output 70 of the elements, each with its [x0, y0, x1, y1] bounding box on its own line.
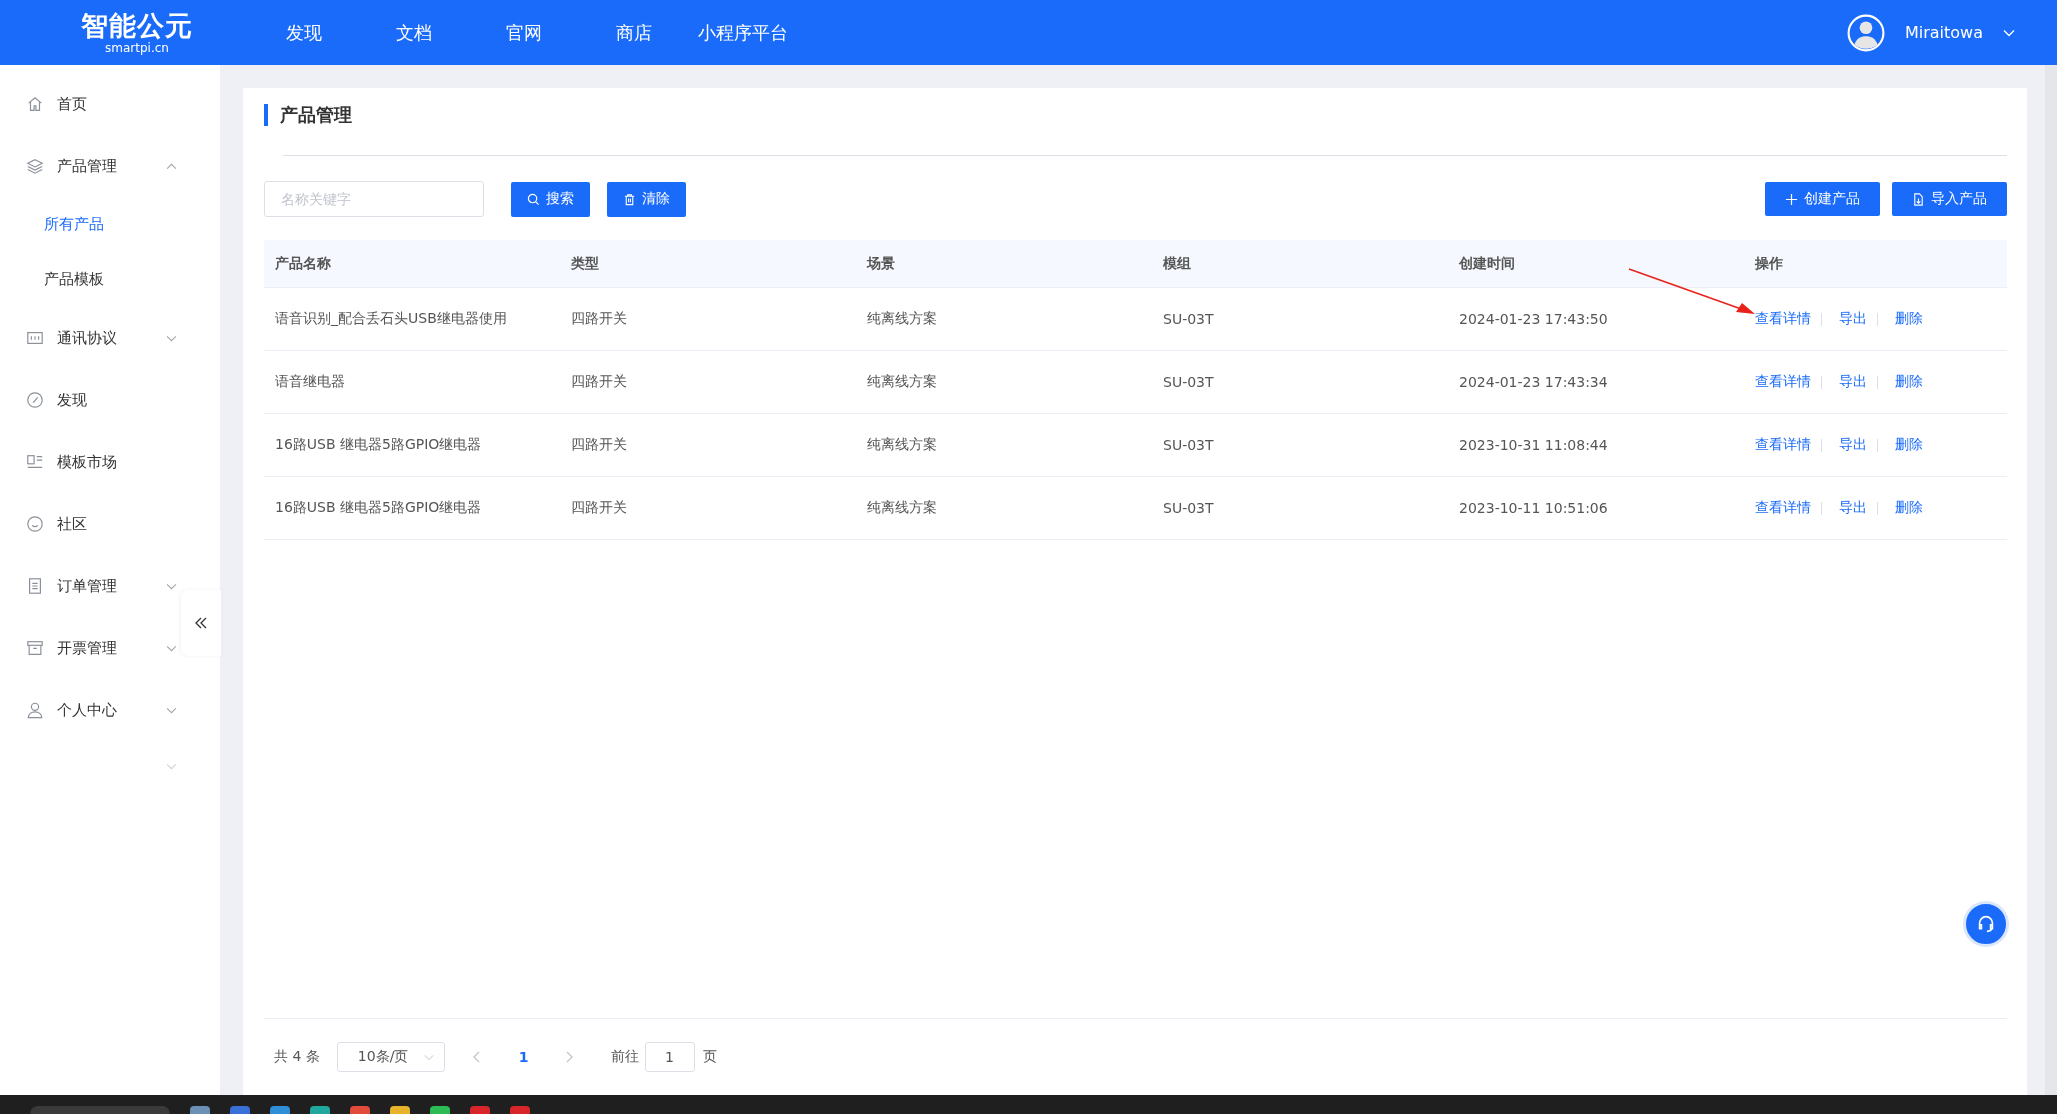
table-cell-text: SU-03T [1162, 374, 1214, 390]
sidebar-item[interactable]: 首页 [0, 73, 181, 135]
table-cell-text: 纯离线方案 [866, 373, 937, 391]
page-suffix: 页 [702, 1048, 717, 1066]
table-cell-text: 四路开关 [570, 499, 627, 517]
page-size-select[interactable]: 10条/页 [336, 1042, 445, 1072]
search-button[interactable]: 搜索 [511, 181, 590, 217]
nav-link[interactable]: 商店 [610, 20, 658, 45]
logo-domain: smartpi.cn [105, 40, 169, 55]
logo[interactable]: 智能公元 smartpi.cn [52, 10, 222, 55]
sidebar-item[interactable]: 社区 [0, 493, 181, 555]
import-button[interactable]: 导入产品 [1892, 182, 2007, 216]
column-header: 创建时间 [1458, 254, 1515, 273]
create-button[interactable]: 创建产品 [1765, 182, 1880, 216]
table-cell-text: 四路开关 [570, 373, 627, 391]
action-link[interactable]: 导出 [1839, 436, 1867, 454]
sidebar-item[interactable]: 模板市场 [0, 431, 181, 493]
sidebar-item[interactable]: 订单管理 [0, 555, 181, 617]
sidebar-item[interactable]: 通讯协议 [0, 307, 181, 369]
table-cell-text: 16路USB 继电器5路GPIO继电器 [274, 499, 482, 517]
sidebar-item[interactable]: 产品管理 [0, 135, 181, 197]
action-link[interactable]: 查看详情 [1755, 310, 1811, 328]
search-field[interactable]: 名称关键字 [264, 181, 484, 217]
table-cell-text: 16路USB 继电器5路GPIO继电器 [274, 436, 482, 454]
column-header: 操作 [1754, 254, 1783, 273]
sidebar-subitem[interactable]: 产品模板 [0, 252, 220, 307]
action-link[interactable]: 查看详情 [1755, 373, 1811, 391]
table-cell-text: 语音识别_配合丢石头USB继电器使用 [274, 310, 507, 328]
sidebar-item[interactable]: 开票管理 [0, 617, 181, 679]
action-link[interactable]: 查看详情 [1755, 499, 1811, 517]
logo-name: 智能公元 [81, 10, 193, 41]
table-cell-text: 四路开关 [570, 436, 627, 454]
table-cell-text: 纯离线方案 [866, 499, 937, 517]
table-cell-text: SU-03T [1162, 500, 1214, 516]
sidebar-subitem[interactable]: 所有产品 [0, 197, 220, 252]
table-cell-text: 2023-10-31 11:08:44 [1458, 437, 1608, 453]
table-cell-text: SU-03T [1162, 437, 1214, 453]
nav-link[interactable]: 小程序平台 [692, 20, 794, 45]
action-link[interactable]: 删除 [1895, 436, 1923, 454]
action-link[interactable]: 导出 [1839, 499, 1867, 517]
page-title: 产品管理 [264, 104, 2007, 126]
table-cell-text: 四路开关 [570, 310, 627, 328]
action-link[interactable]: 查看详情 [1755, 436, 1811, 454]
table-cell-text: 2024-01-23 17:43:50 [1458, 311, 1608, 327]
action-link[interactable]: 删除 [1895, 310, 1923, 328]
nav-link[interactable]: 文档 [390, 20, 438, 45]
column-header: 场景 [865, 254, 895, 273]
action-link[interactable]: 删除 [1895, 499, 1923, 517]
page-input[interactable]: 1 [644, 1042, 695, 1072]
action-link[interactable]: 删除 [1895, 373, 1923, 391]
nav-link[interactable]: 发现 [280, 20, 328, 45]
table-cell-text: 纯离线方案 [866, 310, 937, 328]
table-cell-text: 2023-10-11 10:51:06 [1458, 500, 1608, 516]
column-header: 模组 [1162, 254, 1191, 273]
table-cell-text: 纯离线方案 [866, 436, 937, 454]
clear-button[interactable]: 清除 [607, 181, 686, 217]
page-number[interactable]: 1 [518, 1049, 529, 1065]
nav-link[interactable]: 官网 [500, 20, 548, 45]
sidebar-item[interactable]: 个人中心 [0, 679, 181, 741]
table-cell-text: SU-03T [1162, 311, 1214, 327]
action-link[interactable]: 导出 [1839, 373, 1867, 391]
total-count: 共 4 条 [274, 1048, 320, 1066]
table-cell-text: 语音继电器 [274, 373, 345, 391]
action-link[interactable]: 导出 [1839, 310, 1867, 328]
column-header: 类型 [570, 254, 599, 273]
user-name[interactable]: Miraitowa [1904, 23, 1983, 42]
column-header: 产品名称 [274, 254, 331, 273]
sidebar-item[interactable]: 发现 [0, 369, 181, 431]
table-cell-text: 2024-01-23 17:43:34 [1458, 374, 1608, 390]
goto-label: 前往 [610, 1048, 639, 1066]
